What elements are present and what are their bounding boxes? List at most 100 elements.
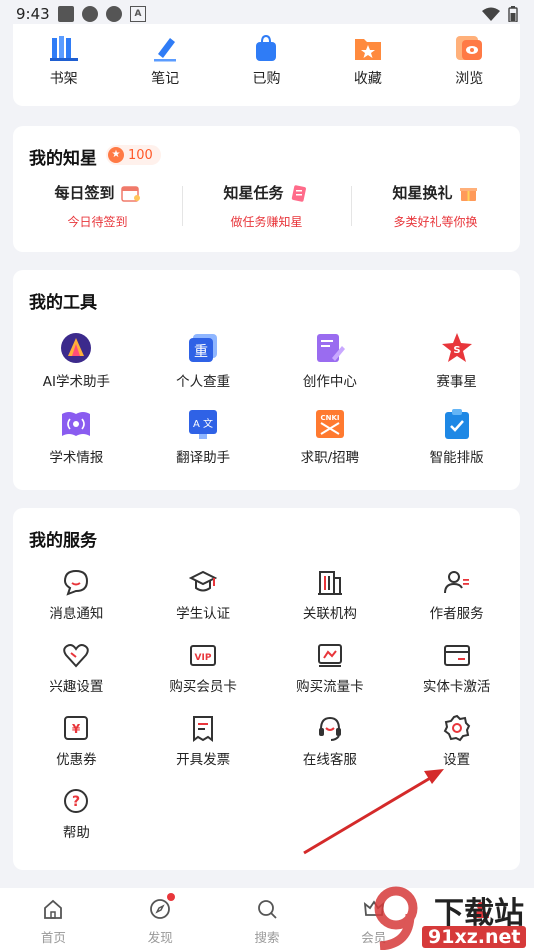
invoice-icon xyxy=(193,716,214,742)
star-item-title: 每日签到 xyxy=(54,184,115,202)
tool-competition-star[interactable]: S 赛事星 xyxy=(393,332,520,408)
tool-smart-layout[interactable]: 智能排版 xyxy=(393,408,520,484)
star-item-sub: 今日待签到 xyxy=(67,215,128,229)
duplicate-check-icon: 重 xyxy=(189,334,218,362)
section-title: 我的服务 xyxy=(29,531,97,551)
service-help[interactable]: ? 帮助 xyxy=(13,787,140,860)
daily-checkin[interactable]: 每日签到 今日待签到 xyxy=(13,182,182,230)
ai-assistant-icon xyxy=(61,333,92,363)
service-label: 帮助 xyxy=(62,825,90,841)
settings-icon xyxy=(443,714,470,742)
tool-label: 智能排版 xyxy=(429,450,484,466)
tool-job[interactable]: CNKI 求职/招聘 xyxy=(267,408,394,484)
app-notification-icon xyxy=(106,6,122,22)
tool-ai-assistant[interactable]: AI学术助手 xyxy=(13,332,140,408)
tab-discover[interactable]: 发现 xyxy=(107,888,214,950)
service-label: 优惠券 xyxy=(56,752,97,768)
service-coupon[interactable]: ¥ 优惠券 xyxy=(13,714,140,787)
service-author[interactable]: 作者服务 xyxy=(393,568,520,641)
tool-creation-center[interactable]: 创作中心 xyxy=(267,332,394,408)
translate-icon: A 文 xyxy=(189,410,218,439)
service-label: 作者服务 xyxy=(429,606,484,622)
quick-link-bookshelf[interactable]: 书架 xyxy=(24,34,104,88)
tool-label: 个人查重 xyxy=(176,374,231,390)
service-label: 购买会员卡 xyxy=(169,679,237,695)
search-icon xyxy=(258,900,277,919)
tool-translate[interactable]: A 文 翻译助手 xyxy=(140,408,267,484)
service-label: 学生认证 xyxy=(176,606,231,622)
watermark-url: 91xz.net xyxy=(422,926,527,948)
star-item-title: 知星任务 xyxy=(223,184,284,202)
star-tasks[interactable]: 知星任务 做任务赚知星 xyxy=(182,182,351,230)
wifi-icon xyxy=(482,7,500,21)
vip-card-icon: VIP xyxy=(190,645,217,666)
star-item-sub: 做任务赚知星 xyxy=(230,215,303,229)
service-settings[interactable]: 设置 xyxy=(393,714,520,787)
notification-dot xyxy=(166,893,175,901)
quick-link-purchased[interactable]: 已购 xyxy=(226,34,306,88)
help-icon: ? xyxy=(64,789,89,813)
my-services-card: 我的服务 消息通知 学生认证 关联机构 作者服务 兴趣设置 VIP 购买会员卡 … xyxy=(13,508,520,870)
svg-text:?: ? xyxy=(72,794,80,810)
service-linked-institution[interactable]: 关联机构 xyxy=(267,568,394,641)
service-interests[interactable]: 兴趣设置 xyxy=(13,641,140,714)
tab-home[interactable]: 首页 xyxy=(0,888,107,950)
building-icon xyxy=(317,571,342,595)
notification-icons: A xyxy=(58,6,146,22)
tab-label: 发现 xyxy=(147,930,173,945)
star-gift-exchange[interactable]: 知星换礼 多类好礼等你换 xyxy=(351,182,520,230)
service-student-auth[interactable]: 学生认证 xyxy=(140,568,267,641)
section-title: 我的工具 xyxy=(29,293,97,313)
tab-label: 搜索 xyxy=(254,930,280,945)
tool-label: 翻译助手 xyxy=(176,450,231,466)
data-card-icon xyxy=(317,644,342,667)
quick-links-card: 书架 笔记 已购 收藏 浏览 xyxy=(13,24,520,106)
tool-label: 学术情报 xyxy=(49,450,104,466)
star-item-sub: 多类好礼等你换 xyxy=(393,215,478,229)
service-customer-support[interactable]: 在线客服 xyxy=(267,714,394,787)
quick-link-history[interactable]: 浏览 xyxy=(429,34,509,88)
task-icon xyxy=(291,184,306,202)
service-vip-card[interactable]: VIP 购买会员卡 xyxy=(140,641,267,714)
compass-icon xyxy=(150,899,171,919)
service-label: 实体卡激活 xyxy=(422,679,491,695)
quick-link-label: 笔记 xyxy=(151,71,180,87)
star-coin-icon: ★ xyxy=(108,147,124,163)
service-data-card[interactable]: 购买流量卡 xyxy=(267,641,394,714)
tab-label: 首页 xyxy=(40,930,66,945)
gift-icon xyxy=(459,187,477,201)
app-notification-icon xyxy=(82,6,98,22)
tool-label: 赛事星 xyxy=(436,374,477,390)
svg-text:¥: ¥ xyxy=(72,722,81,736)
my-stars-card: 我的知星 ★ 100 每日签到 今日待签到 知星任务 做任务赚知星 知星换礼 多… xyxy=(13,126,520,252)
service-invoice[interactable]: 开具发票 xyxy=(140,714,267,787)
author-icon xyxy=(443,571,469,594)
competition-star-icon: S xyxy=(441,333,472,362)
shopping-bag-icon xyxy=(256,34,277,61)
quick-link-favorites[interactable]: 收藏 xyxy=(328,34,408,88)
creation-center-icon xyxy=(316,334,345,362)
service-label: 设置 xyxy=(443,752,471,768)
points-badge[interactable]: ★ 100 xyxy=(106,145,161,165)
folder-star-icon xyxy=(354,39,381,60)
service-label: 兴趣设置 xyxy=(49,679,104,695)
svg-text:CNKI: CNKI xyxy=(320,414,339,422)
service-label: 关联机构 xyxy=(302,606,357,622)
service-messages[interactable]: 消息通知 xyxy=(13,568,140,641)
svg-text:VIP: VIP xyxy=(195,653,212,663)
bookshelf-icon xyxy=(49,36,78,61)
coupon-icon: ¥ xyxy=(64,716,89,740)
app-notification-icon xyxy=(58,6,74,22)
service-label: 购买流量卡 xyxy=(296,679,364,695)
calendar-icon xyxy=(120,185,140,202)
quick-link-notes[interactable]: 笔记 xyxy=(125,34,205,88)
tool-label: 求职/招聘 xyxy=(300,450,360,466)
service-card-activate[interactable]: 实体卡激活 xyxy=(393,641,520,714)
tool-duplicate-check[interactable]: 重 个人查重 xyxy=(140,332,267,408)
tool-academic-intel[interactable]: 学术情报 xyxy=(13,408,140,484)
a-notification-icon: A xyxy=(130,6,146,22)
battery-icon xyxy=(508,6,518,22)
home-icon xyxy=(44,899,63,919)
quick-link-label: 已购 xyxy=(252,71,281,87)
tab-search[interactable]: 搜索 xyxy=(214,888,321,950)
